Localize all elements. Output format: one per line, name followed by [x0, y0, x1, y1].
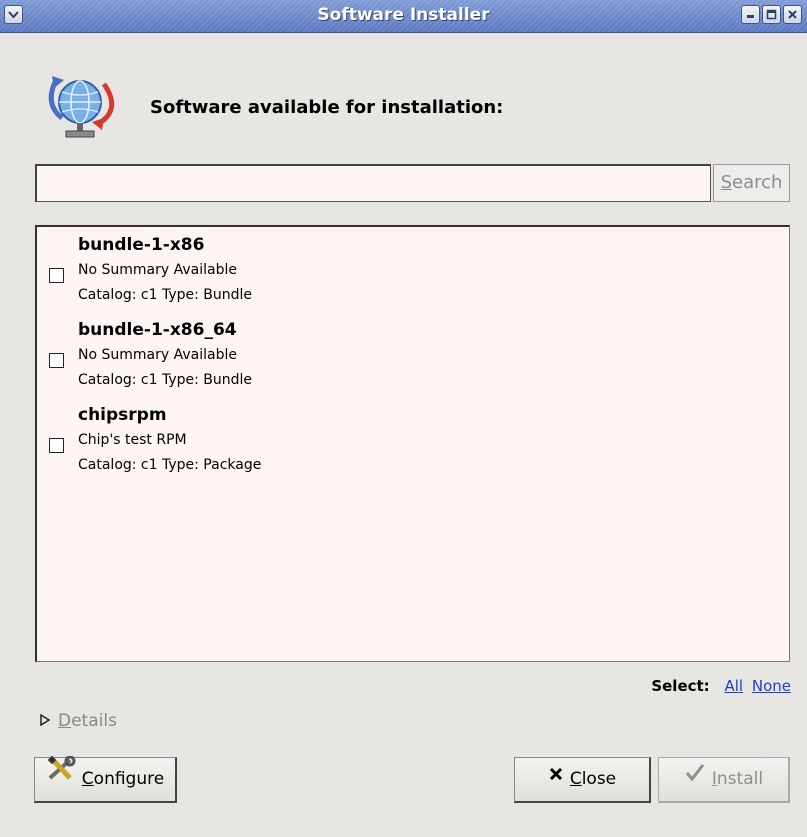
item-checkbox[interactable]	[49, 438, 64, 453]
item-summary: No Summary Available	[78, 262, 237, 278]
maximize-button[interactable]	[762, 5, 781, 24]
item-name: chipsrpm	[78, 405, 167, 425]
close-icon	[788, 10, 797, 19]
tools-icon	[46, 755, 76, 798]
details-label-rest: etails	[71, 711, 117, 731]
configure-label-rest: onfigure	[93, 769, 165, 789]
close-label-rest: lose	[581, 769, 617, 789]
close-mnemonic: C	[569, 769, 582, 789]
triangle-right-icon	[40, 711, 51, 731]
software-list[interactable]: bundle-1-x86 No Summary Available Catalo…	[35, 225, 790, 662]
details-mnemonic: D	[58, 711, 72, 731]
window-title: Software Installer	[317, 5, 490, 25]
checkmark-icon	[684, 756, 706, 798]
search-button[interactable]: Search	[713, 164, 790, 202]
configure-mnemonic: C	[81, 769, 94, 789]
install-label-rest: nstall	[716, 769, 764, 789]
item-checkbox[interactable]	[49, 268, 64, 283]
item-catalog: Catalog: c1 Type: Bundle	[78, 372, 253, 388]
minimize-icon	[747, 15, 754, 18]
details-expander[interactable]: Details	[40, 711, 117, 731]
close-button[interactable]: Close	[514, 757, 651, 803]
select-all-link[interactable]: All	[724, 677, 743, 695]
item-name: bundle-1-x86_64	[78, 320, 237, 340]
item-catalog: Catalog: c1 Type: Package	[78, 457, 262, 473]
item-catalog: Catalog: c1 Type: Bundle	[78, 287, 253, 303]
search-input[interactable]	[35, 164, 711, 202]
search-label-rest: earch	[732, 172, 783, 193]
close-window-button[interactable]	[783, 5, 802, 24]
maximize-icon	[766, 9, 777, 20]
search-mnemonic: S	[720, 172, 732, 193]
header-title: Software available for installation:	[150, 97, 504, 118]
select-row: Select: All None	[651, 677, 791, 695]
configure-button[interactable]: Configure	[34, 755, 177, 803]
select-label: Select:	[651, 677, 710, 695]
globe-network-icon	[42, 70, 124, 146]
install-button[interactable]: Install	[658, 757, 790, 803]
select-none-link[interactable]: None	[752, 677, 791, 695]
item-summary: No Summary Available	[78, 347, 237, 363]
item-summary: Chip's test RPM	[78, 432, 187, 448]
title-bar[interactable]: Software Installer	[0, 0, 807, 33]
minimize-button[interactable]	[741, 5, 760, 24]
item-checkbox[interactable]	[49, 353, 64, 368]
x-icon	[548, 756, 564, 798]
item-name: bundle-1-x86	[78, 235, 205, 255]
